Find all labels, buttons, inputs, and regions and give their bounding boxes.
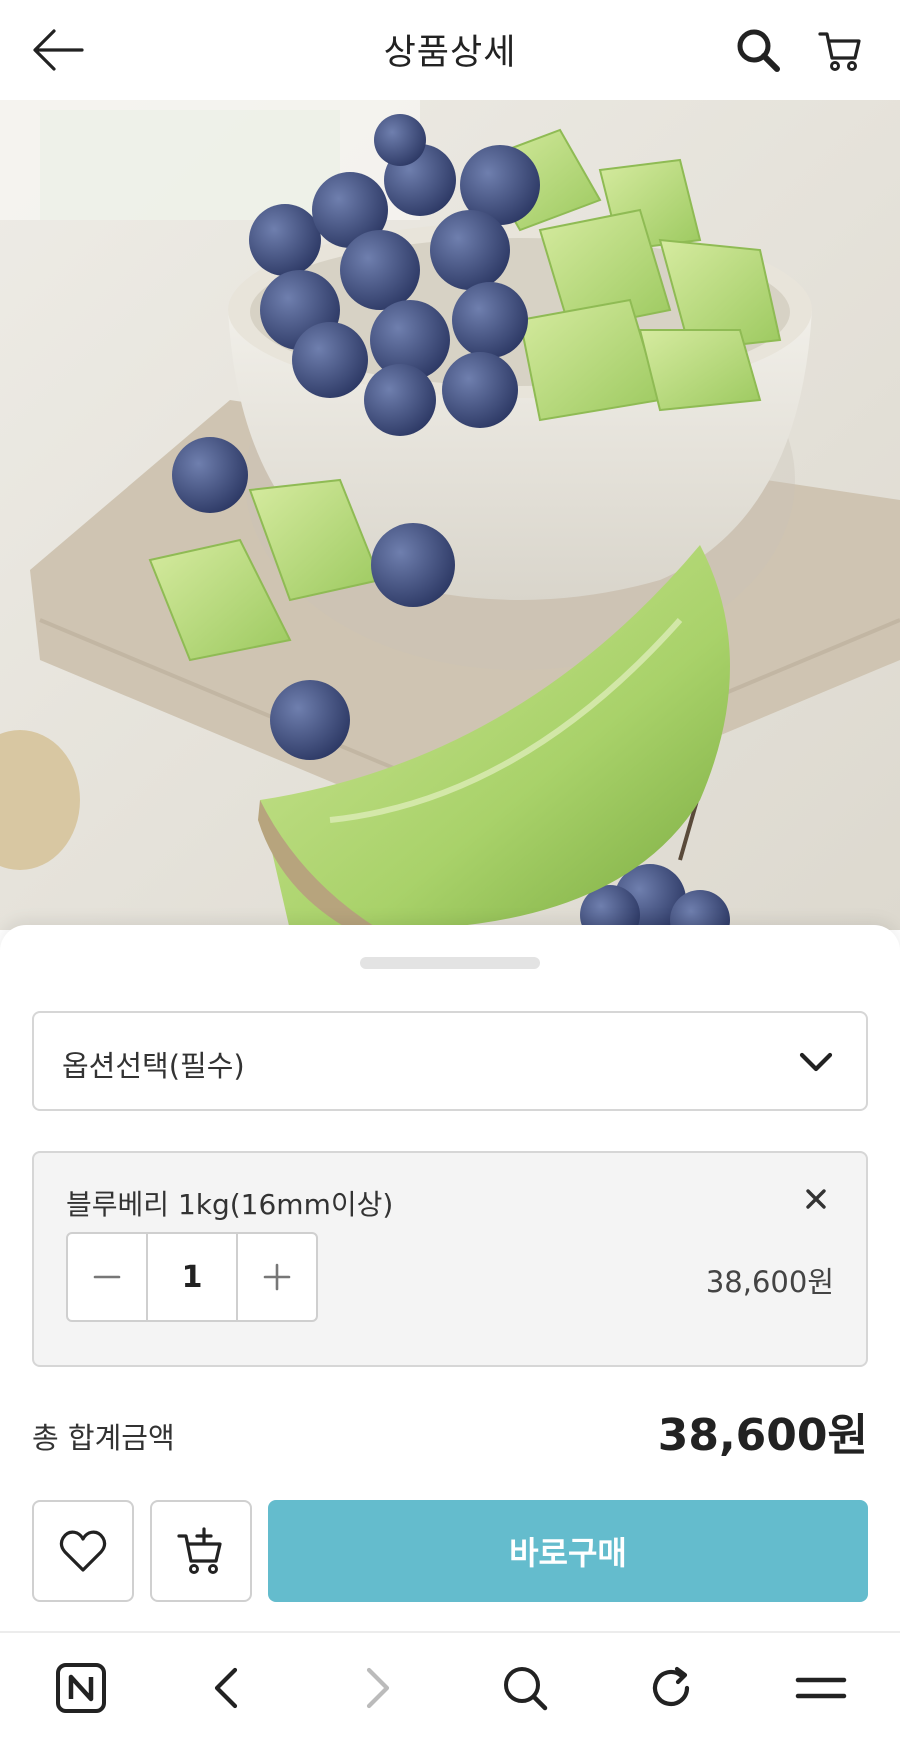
chevron-down-icon [799, 1052, 833, 1072]
quantity-stepper: 1 [66, 1232, 318, 1322]
browser-search-button[interactable] [492, 1655, 558, 1721]
selected-option-card: 블루베리 1kg(16mm이상) 1 38,600원 [32, 1151, 868, 1367]
option-select[interactable]: 옵션선택(필수) [32, 1011, 868, 1111]
purchase-bottom-sheet: 옵션선택(필수) 블루베리 1kg(16mm이상) 1 38,600원 총 합계… [0, 925, 900, 1631]
cart-add-icon [177, 1527, 222, 1574]
sheet-drag-handle[interactable] [360, 957, 540, 969]
wishlist-button[interactable] [32, 1500, 134, 1602]
buy-now-button[interactable]: 바로구매 [268, 1500, 868, 1602]
option-select-label: 옵션선택(필수) [62, 1049, 245, 1083]
search-icon [504, 1667, 548, 1711]
quantity-value[interactable]: 1 [146, 1234, 238, 1320]
browser-toolbar [0, 1631, 900, 1741]
increase-quantity-button[interactable] [238, 1234, 316, 1320]
product-image [0, 100, 900, 930]
selected-option-name: 블루베리 1kg(16mm이상) [66, 1188, 394, 1221]
chevron-right-icon [366, 1667, 390, 1709]
browser-back-button[interactable] [194, 1655, 260, 1721]
refresh-icon [652, 1666, 690, 1707]
total-price-value: 38,600원 [657, 1410, 868, 1461]
product-photo-illustration [0, 100, 900, 930]
browser-forward-button[interactable] [344, 1655, 410, 1721]
top-app-bar: 상품상세 [0, 0, 900, 100]
minus-icon [93, 1275, 121, 1279]
cart-icon [818, 32, 861, 71]
naver-logo-icon [56, 1663, 106, 1713]
remove-option-button[interactable] [796, 1179, 836, 1219]
plus-icon [263, 1263, 291, 1291]
search-icon [737, 29, 780, 72]
decrease-quantity-button[interactable] [68, 1234, 146, 1320]
browser-menu-button[interactable] [788, 1655, 854, 1721]
cart-button[interactable] [812, 24, 868, 76]
close-icon [806, 1189, 826, 1209]
add-to-cart-button[interactable] [150, 1500, 252, 1602]
heart-icon [59, 1530, 107, 1572]
browser-home-button[interactable] [48, 1655, 114, 1721]
chevron-left-icon [214, 1667, 238, 1709]
browser-reload-button[interactable] [638, 1655, 704, 1721]
menu-icon [795, 1677, 847, 1699]
search-button[interactable] [730, 24, 786, 76]
option-price: 38,600원 [705, 1265, 834, 1299]
total-price-label: 총 합계금액 [32, 1421, 175, 1455]
